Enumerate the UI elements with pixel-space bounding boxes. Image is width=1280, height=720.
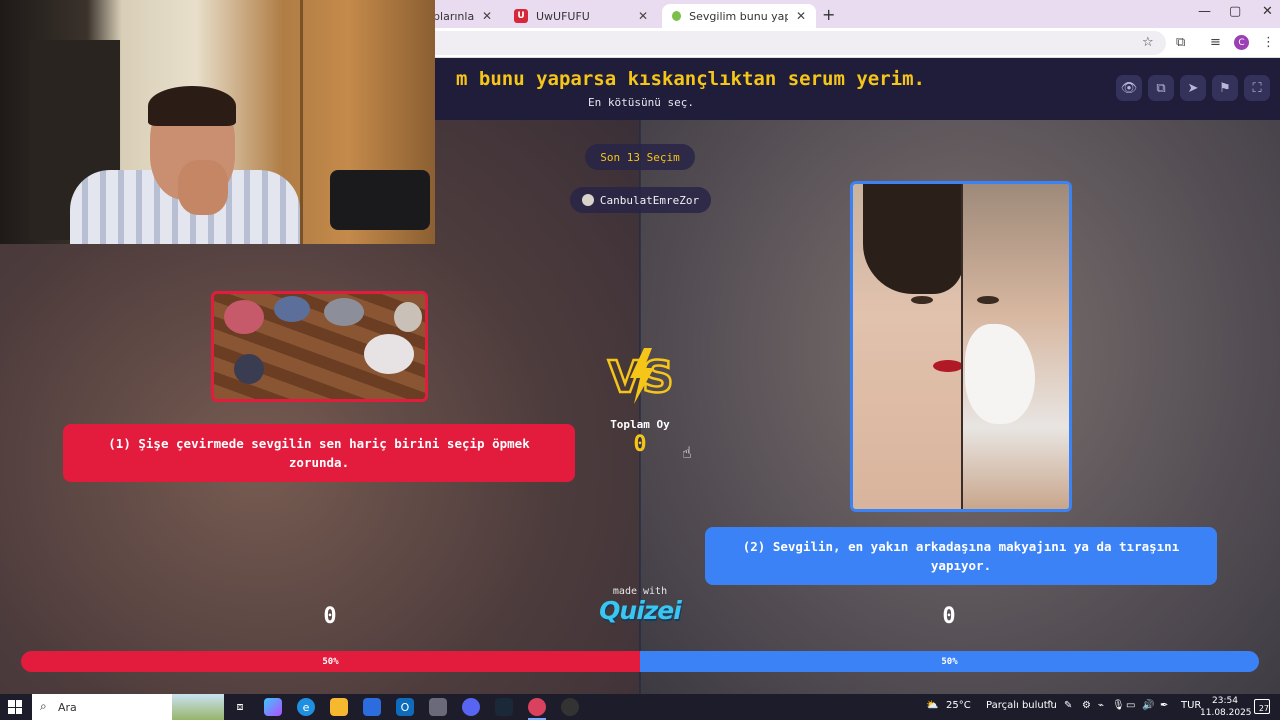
tab-label: Sevgilim bunu yaparsa kıskanç — [689, 9, 788, 23]
windows-taskbar: ⌕ Ara ⧈ e O ⛅ 25°C Parçalı bulutlu ^ ✎ ⚙… — [0, 694, 1280, 720]
user-avatar-icon — [581, 194, 594, 206]
profile-avatar[interactable]: C — [1234, 35, 1249, 50]
outlook-icon[interactable]: O — [396, 698, 414, 716]
total-votes-value: 0 — [633, 432, 647, 457]
menu-kebab-icon[interactable]: ⋮ — [1262, 35, 1275, 50]
copilot-icon[interactable] — [264, 698, 282, 716]
volume-icon[interactable]: 🔊 — [1142, 700, 1154, 711]
quiz-title: m bunu yaparsa kıskançlıktan serum yerim… — [456, 68, 925, 90]
flag-icon[interactable]: ⚑ — [1212, 75, 1238, 101]
search-placeholder: Ara — [58, 700, 77, 714]
obs-icon[interactable] — [561, 698, 579, 716]
quiz-subtitle: En kötüsünü seç. — [588, 96, 694, 109]
minimize-button[interactable]: — — [1198, 4, 1211, 19]
windows-start-icon[interactable] — [8, 700, 22, 714]
username: CanbulatEmreZor — [599, 193, 700, 207]
taskbar-search[interactable]: ⌕ Ara — [32, 694, 224, 720]
tab-label: ıplarınla Onli — [430, 9, 474, 23]
close-icon[interactable]: ✕ — [796, 9, 806, 23]
notification-center-icon[interactable]: 27 — [1254, 699, 1270, 714]
edge-icon[interactable]: e — [297, 698, 315, 716]
send-icon[interactable]: ➤ — [1180, 75, 1206, 101]
option-2-percent: 50% — [941, 656, 958, 667]
maximize-button[interactable]: ▢ — [1229, 4, 1241, 19]
clock-time: 23:54 — [1212, 696, 1238, 706]
tray-app-icon[interactable]: ⚙ — [1082, 700, 1091, 711]
taskbar-clock[interactable]: 23:54 11.08.2025 — [1200, 695, 1252, 719]
search-highlight-image — [172, 694, 224, 720]
language-indicator[interactable]: TUR — [1181, 700, 1201, 711]
tray-overflow-icon[interactable]: ^ — [1046, 700, 1054, 711]
pen-icon[interactable]: ✎ — [1064, 700, 1072, 711]
steam-icon[interactable] — [495, 698, 513, 716]
uwufufu-logo-icon: U — [514, 9, 528, 23]
option-2-vote-count: 0 — [942, 604, 956, 629]
close-window-button[interactable]: ✕ — [1262, 4, 1273, 19]
copy-icon[interactable]: ⧉ — [1148, 75, 1174, 101]
fullscreen-icon[interactable]: ⛶ — [1244, 75, 1270, 101]
display-icon[interactable]: ▭ — [1126, 700, 1135, 711]
option-1-vote-count: 0 — [323, 604, 337, 629]
option-2-image[interactable] — [850, 181, 1072, 512]
hand-cursor-icon: ☝ — [682, 443, 692, 462]
quizei-leaf-icon — [672, 11, 682, 21]
notification-count: 27 — [1258, 704, 1269, 713]
network-icon[interactable]: ⌁ — [1098, 700, 1104, 711]
task-view-icon[interactable]: ⧈ — [231, 698, 249, 716]
option-1-percent-bar: 50% — [21, 651, 640, 672]
media-control-icon[interactable]: ≡ — [1210, 35, 1221, 50]
versus-icon: VS — [607, 348, 674, 404]
new-tab-button[interactable]: + — [822, 5, 835, 24]
store-icon[interactable] — [363, 698, 381, 716]
option-2-button[interactable]: (2) Sevgilin, en yakın arkadaşına makyaj… — [705, 527, 1217, 585]
user-badge: CanbulatEmreZor — [570, 187, 711, 213]
discord-icon[interactable] — [462, 698, 480, 716]
weather-temp[interactable]: 25°C — [946, 700, 971, 711]
quizei-logo[interactable]: Quizei — [590, 596, 690, 625]
tab-label: UwUFUFU — [536, 9, 590, 23]
close-icon[interactable]: ✕ — [638, 9, 648, 23]
round-badge: Son 13 Seçim — [585, 144, 695, 170]
app-icon[interactable] — [429, 698, 447, 716]
browser-tab-3[interactable]: Sevgilim bunu yaparsa kıskanç ✕ — [662, 4, 816, 28]
weather-icon[interactable]: ⛅ — [926, 700, 938, 711]
clock-date: 11.08.2025 — [1200, 708, 1252, 718]
bookmark-star-icon[interactable]: ☆ — [1142, 35, 1154, 50]
option-1-percent: 50% — [322, 656, 339, 667]
eye-icon[interactable]: 👁 — [1116, 75, 1142, 101]
extensions-icon[interactable]: ⧉ — [1176, 35, 1185, 50]
option-1-button[interactable]: (1) Şişe çevirmede sevgilin sen hariç bi… — [63, 424, 575, 482]
browser-tab-2[interactable]: U UwUFUFU ✕ — [504, 4, 658, 28]
option-1-image[interactable] — [211, 291, 428, 402]
microphone-icon[interactable]: 🎙 — [1112, 700, 1125, 711]
chrome-icon[interactable] — [528, 698, 546, 716]
pen-workspace-icon[interactable]: ✒ — [1160, 700, 1168, 711]
search-icon: ⌕ — [40, 699, 47, 713]
webcam-overlay — [0, 0, 435, 244]
close-icon[interactable]: ✕ — [482, 9, 492, 23]
total-votes-label: Toplam Oy — [610, 418, 670, 431]
option-2-percent-bar: 50% — [640, 651, 1259, 672]
file-explorer-icon[interactable] — [330, 698, 348, 716]
